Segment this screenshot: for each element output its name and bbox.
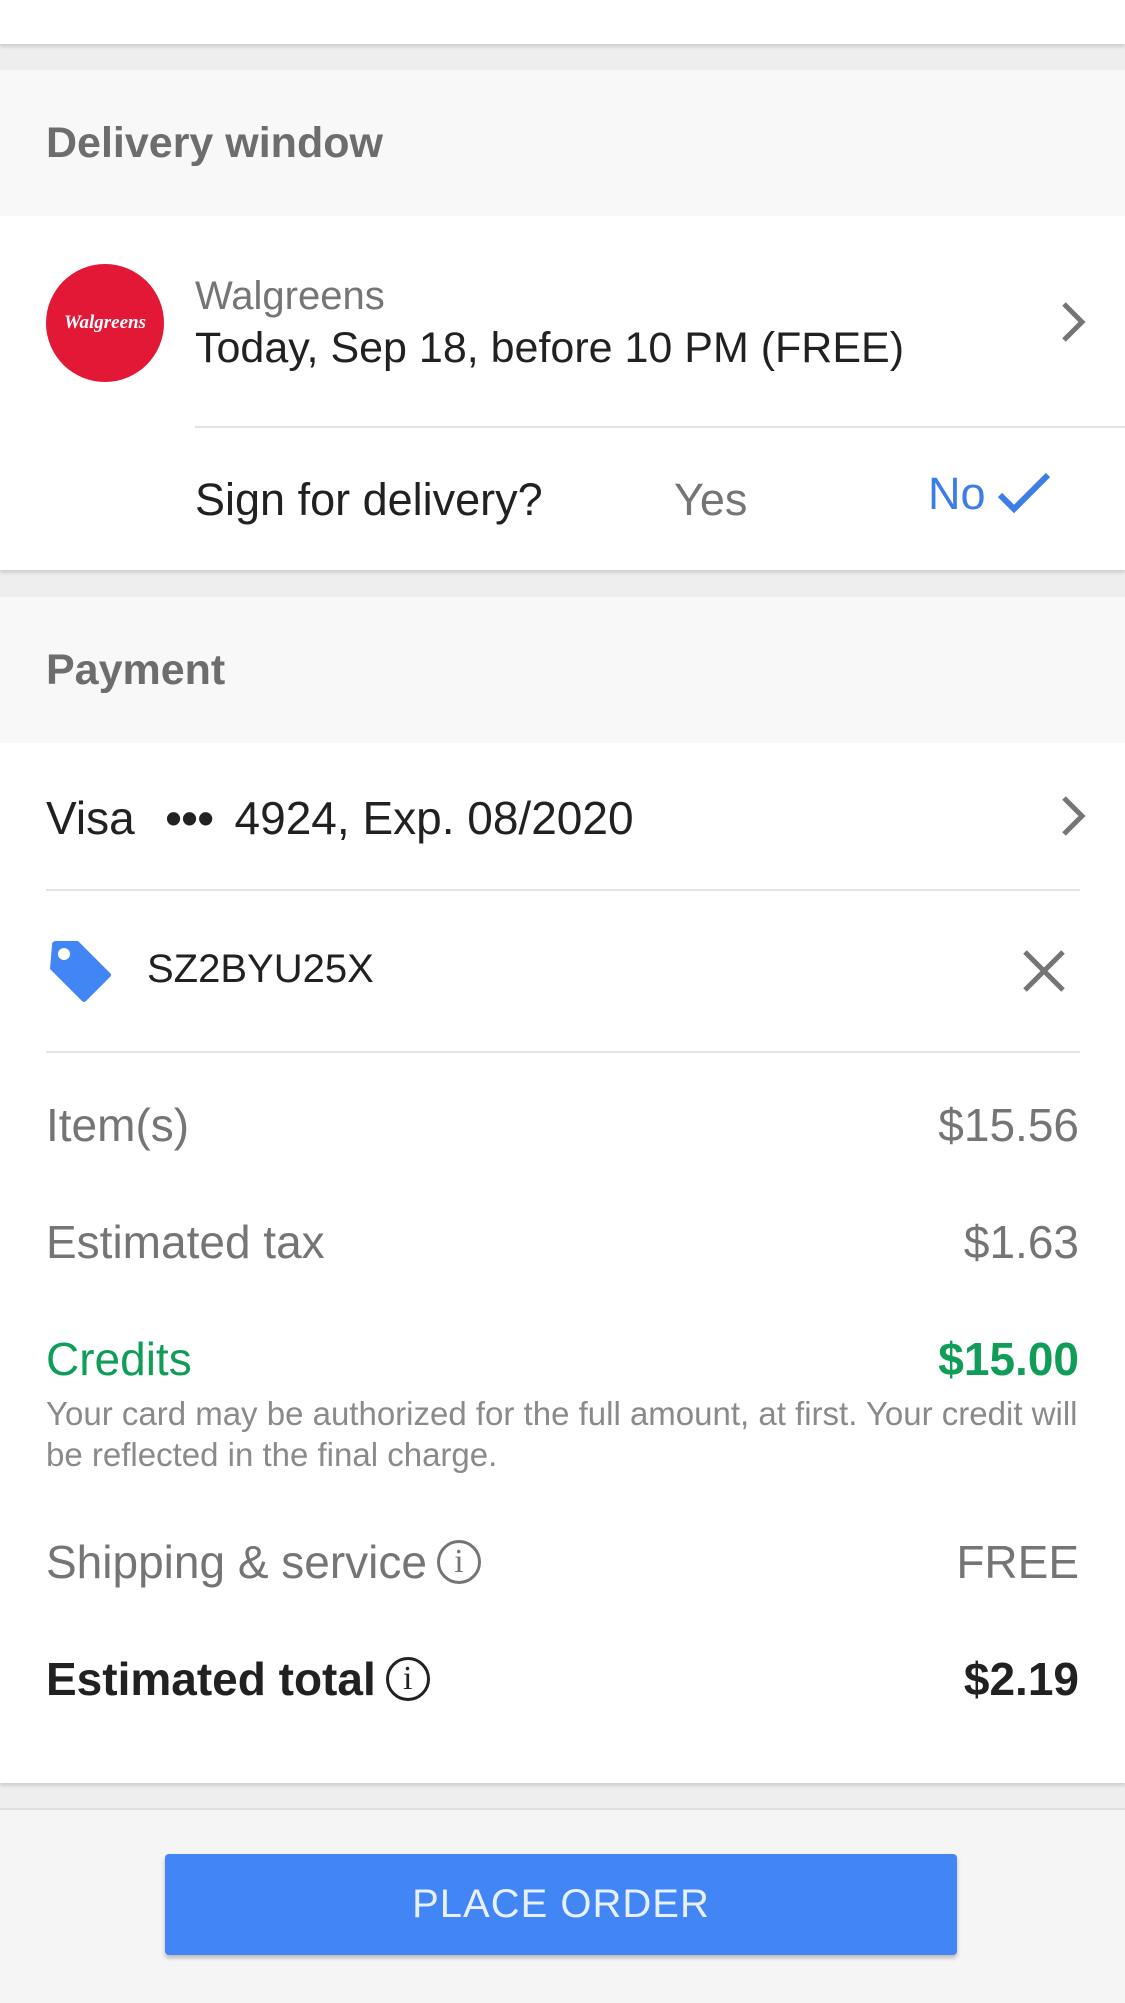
total-value: $2.19 xyxy=(963,1653,1079,1705)
delivery-store-row[interactable]: Walgreens Walgreens Today, Sep 18, befor… xyxy=(0,216,1125,426)
total-label-row: Estimated total i xyxy=(46,1652,430,1706)
promo-divider xyxy=(46,1051,1080,1053)
promo-code-row: SZ2BYU25X xyxy=(0,891,1125,1051)
credits-note: Your card may be authorized for the full… xyxy=(46,1395,1078,1473)
previous-section-card xyxy=(0,0,1125,44)
tag-icon xyxy=(50,941,111,1002)
card-brand: Visa xyxy=(46,792,135,844)
payment-title: Payment xyxy=(46,645,226,694)
delivery-window-header: Delivery window xyxy=(0,70,1125,216)
credits-value: $15.00 xyxy=(938,1333,1079,1385)
sign-for-delivery-label: Sign for delivery? xyxy=(195,474,543,525)
store-name: Walgreens xyxy=(195,274,385,318)
checkmark-icon xyxy=(997,472,1050,514)
shipping-label: Shipping & service xyxy=(46,1536,427,1588)
card-mask-dots: ••• xyxy=(165,792,214,844)
sign-yes-option[interactable]: Yes xyxy=(674,474,747,526)
delivery-card: Walgreens Walgreens Today, Sep 18, befor… xyxy=(0,216,1125,570)
walgreens-logo-text: Walgreens xyxy=(64,312,146,333)
sign-no-label: No xyxy=(928,468,986,519)
payment-card: Visa ••• 4924, Exp. 08/2020 SZ2BYU25X It… xyxy=(0,743,1125,1783)
close-icon[interactable] xyxy=(1021,948,1067,994)
sign-no-option[interactable]: No xyxy=(928,468,1052,520)
delivery-window-title: Delivery window xyxy=(46,118,383,167)
items-value: $15.56 xyxy=(938,1099,1079,1151)
payment-header: Payment xyxy=(0,597,1125,743)
shipping-label-row: Shipping & service i xyxy=(46,1535,481,1589)
total-label: Estimated total xyxy=(46,1653,376,1705)
info-icon[interactable]: i xyxy=(385,1656,430,1701)
chevron-right-icon xyxy=(1062,796,1086,836)
items-label: Item(s) xyxy=(46,1099,190,1151)
tax-label: Estimated tax xyxy=(46,1216,325,1268)
walgreens-logo: Walgreens xyxy=(46,264,164,382)
card-detail: 4924, Exp. 08/2020 xyxy=(234,792,634,844)
info-icon[interactable]: i xyxy=(436,1539,481,1584)
promo-code-text: SZ2BYU25X xyxy=(147,947,374,991)
payment-method-text: Visa ••• 4924, Exp. 08/2020 xyxy=(46,791,634,845)
credits-label: Credits xyxy=(46,1333,192,1385)
shipping-value: FREE xyxy=(956,1536,1079,1588)
chevron-right-icon xyxy=(1062,302,1086,342)
sign-for-delivery-row: Sign for delivery? Yes No xyxy=(0,428,1125,570)
place-order-button[interactable]: PLACE ORDER xyxy=(165,1854,957,1955)
delivery-window-text: Today, Sep 18, before 10 PM (FREE) xyxy=(195,324,905,372)
tax-value: $1.63 xyxy=(963,1216,1079,1268)
payment-method-row[interactable]: Visa ••• 4924, Exp. 08/2020 xyxy=(0,743,1125,889)
